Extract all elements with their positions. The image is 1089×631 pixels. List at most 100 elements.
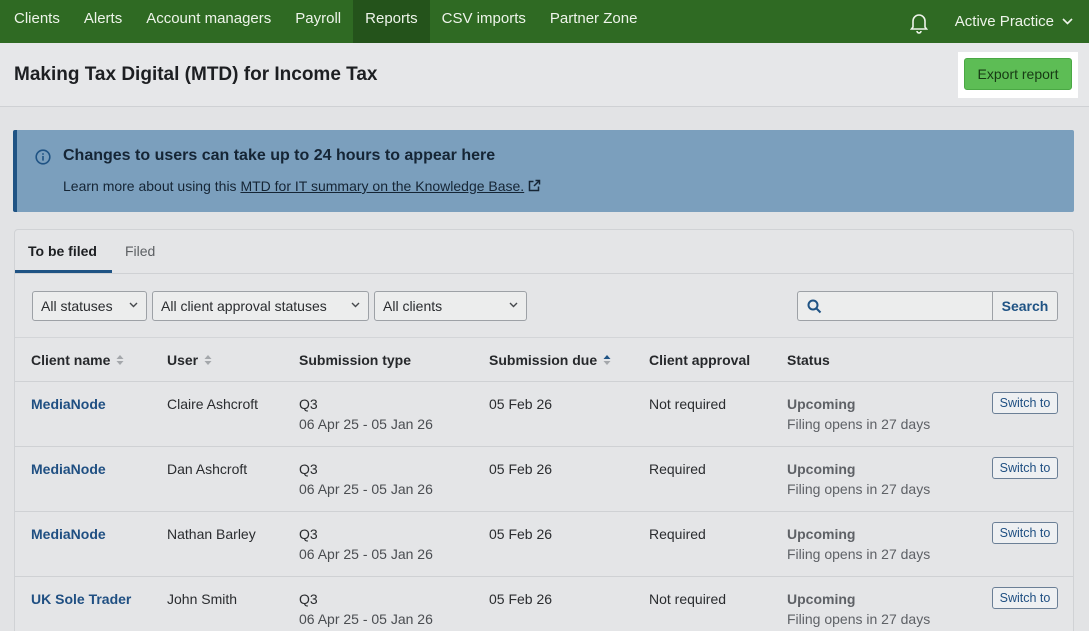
column-status: Status xyxy=(787,352,830,368)
client-approval-cell: Required xyxy=(649,526,706,542)
sort-icon xyxy=(116,355,124,365)
tab-bar: To be filed Filed xyxy=(15,230,1073,274)
sort-ascending-icon xyxy=(603,355,611,365)
switch-to-button[interactable]: Switch to xyxy=(992,392,1058,414)
client-approval-cell: Not required xyxy=(649,591,727,607)
column-submission-due-label: Submission due xyxy=(489,352,598,368)
status-cell: Upcoming Filing opens in 27 days xyxy=(787,526,930,562)
column-submission-due[interactable]: Submission due xyxy=(489,352,611,368)
submission-type: Q3 xyxy=(299,461,318,477)
status-cell: Upcoming Filing opens in 27 days xyxy=(787,591,930,627)
search-icon xyxy=(807,299,822,314)
table-row: UK Sole Trader John Smith Q3 06 Apr 25 -… xyxy=(15,577,1073,631)
bell-icon[interactable] xyxy=(907,10,931,34)
status-filter-select[interactable]: All statuses xyxy=(32,291,147,321)
submission-type: Q3 xyxy=(299,591,318,607)
nav-alerts[interactable]: Alerts xyxy=(72,0,134,43)
top-navigation: Clients Alerts Account managers Payroll … xyxy=(0,0,1089,43)
search-input[interactable] xyxy=(828,292,988,320)
page-title: Making Tax Digital (MTD) for Income Tax xyxy=(14,64,378,85)
status-label: Upcoming xyxy=(787,526,856,542)
approval-filter-value: All client approval statuses xyxy=(161,298,327,314)
client-name-link[interactable]: MediaNode xyxy=(31,526,106,542)
status-note: Filing opens in 27 days xyxy=(787,611,931,627)
switch-to-button[interactable]: Switch to xyxy=(992,522,1058,544)
submission-type-cell: Q3 06 Apr 25 - 05 Jan 26 xyxy=(299,396,433,432)
status-label: Upcoming xyxy=(787,591,856,607)
external-link-icon[interactable] xyxy=(528,179,541,192)
status-label: Upcoming xyxy=(787,396,856,412)
table-row: MediaNode Nathan Barley Q3 06 Apr 25 - 0… xyxy=(15,512,1073,577)
user-cell: Claire Ashcroft xyxy=(167,396,259,412)
column-client-approval: Client approval xyxy=(649,352,751,368)
column-submission-type: Submission type xyxy=(299,352,412,368)
export-report-button[interactable]: Export report xyxy=(964,58,1072,90)
client-name-link[interactable]: MediaNode xyxy=(31,461,106,477)
nav-csv-imports[interactable]: CSV imports xyxy=(430,0,538,43)
nav-clients[interactable]: Clients xyxy=(0,0,72,43)
info-icon xyxy=(35,149,51,165)
user-cell: John Smith xyxy=(167,591,238,607)
client-filter-select[interactable]: All clients xyxy=(374,291,527,321)
nav-payroll[interactable]: Payroll xyxy=(283,0,353,43)
submission-due-cell: 05 Feb 26 xyxy=(489,526,553,542)
status-note: Filing opens in 27 days xyxy=(787,481,931,497)
nav-reports[interactable]: Reports xyxy=(353,0,430,43)
submission-type-cell: Q3 06 Apr 25 - 05 Jan 26 xyxy=(299,461,433,497)
submission-due-cell: 05 Feb 26 xyxy=(489,461,553,477)
column-user[interactable]: User xyxy=(167,352,212,368)
chevron-down-icon xyxy=(351,302,360,308)
status-label: Upcoming xyxy=(787,461,856,477)
submission-type-cell: Q3 06 Apr 25 - 05 Jan 26 xyxy=(299,591,433,627)
tab-to-be-filed[interactable]: To be filed xyxy=(28,243,97,259)
approval-filter-select[interactable]: All client approval statuses xyxy=(152,291,369,321)
status-cell: Upcoming Filing opens in 27 days xyxy=(787,461,930,497)
submission-period: 06 Apr 25 - 05 Jan 26 xyxy=(299,546,433,562)
submission-type: Q3 xyxy=(299,526,318,542)
status-note: Filing opens in 27 days xyxy=(787,546,931,562)
chevron-down-icon xyxy=(509,302,518,308)
client-name-link[interactable]: MediaNode xyxy=(31,396,106,412)
table-row: MediaNode Dan Ashcroft Q3 06 Apr 25 - 05… xyxy=(15,447,1073,512)
nav-partner-zone[interactable]: Partner Zone xyxy=(538,0,650,43)
status-note: Filing opens in 27 days xyxy=(787,416,931,432)
client-name-link[interactable]: UK Sole Trader xyxy=(31,591,131,607)
submission-period: 06 Apr 25 - 05 Jan 26 xyxy=(299,611,433,627)
practice-switcher[interactable]: Active Practice xyxy=(955,0,1073,43)
sort-icon xyxy=(204,355,212,365)
user-cell: Nathan Barley xyxy=(167,526,256,542)
report-card: To be filed Filed All statuses All clien… xyxy=(14,229,1074,631)
submission-due-cell: 05 Feb 26 xyxy=(489,591,553,607)
column-client-name[interactable]: Client name xyxy=(31,352,124,368)
client-filter-value: All clients xyxy=(383,298,443,314)
submission-period: 06 Apr 25 - 05 Jan 26 xyxy=(299,416,433,432)
client-approval-cell: Required xyxy=(649,461,706,477)
search-button[interactable]: Search xyxy=(992,291,1058,321)
column-client-name-label: Client name xyxy=(31,352,111,368)
table-header: Client name User Submission type Submiss… xyxy=(15,337,1073,382)
nav-right-group: Active Practice xyxy=(907,0,1089,43)
submission-type-cell: Q3 06 Apr 25 - 05 Jan 26 xyxy=(299,526,433,562)
submission-period: 06 Apr 25 - 05 Jan 26 xyxy=(299,481,433,497)
export-highlight: Export report xyxy=(958,52,1078,98)
submission-due-cell: 05 Feb 26 xyxy=(489,396,553,412)
info-banner: Changes to users can take up to 24 hours… xyxy=(13,130,1074,212)
table-row: MediaNode Claire Ashcroft Q3 06 Apr 25 -… xyxy=(15,382,1073,447)
chevron-down-icon xyxy=(1062,18,1073,25)
search-box xyxy=(797,291,993,321)
status-cell: Upcoming Filing opens in 27 days xyxy=(787,396,930,432)
switch-to-button[interactable]: Switch to xyxy=(992,587,1058,609)
status-filter-value: All statuses xyxy=(41,298,113,314)
nav-account-managers[interactable]: Account managers xyxy=(134,0,283,43)
submission-type: Q3 xyxy=(299,396,318,412)
banner-text: Learn more about using this MTD for IT s… xyxy=(63,178,541,194)
tab-filed[interactable]: Filed xyxy=(125,243,155,259)
knowledge-base-link[interactable]: MTD for IT summary on the Knowledge Base… xyxy=(240,178,524,194)
client-approval-cell: Not required xyxy=(649,396,727,412)
page-header: Making Tax Digital (MTD) for Income Tax … xyxy=(0,43,1089,107)
switch-to-button[interactable]: Switch to xyxy=(992,457,1058,479)
active-tab-indicator xyxy=(15,270,112,273)
user-cell: Dan Ashcroft xyxy=(167,461,248,477)
banner-text-prefix: Learn more about using this xyxy=(63,178,241,194)
practice-name: Active Practice xyxy=(954,12,1054,30)
